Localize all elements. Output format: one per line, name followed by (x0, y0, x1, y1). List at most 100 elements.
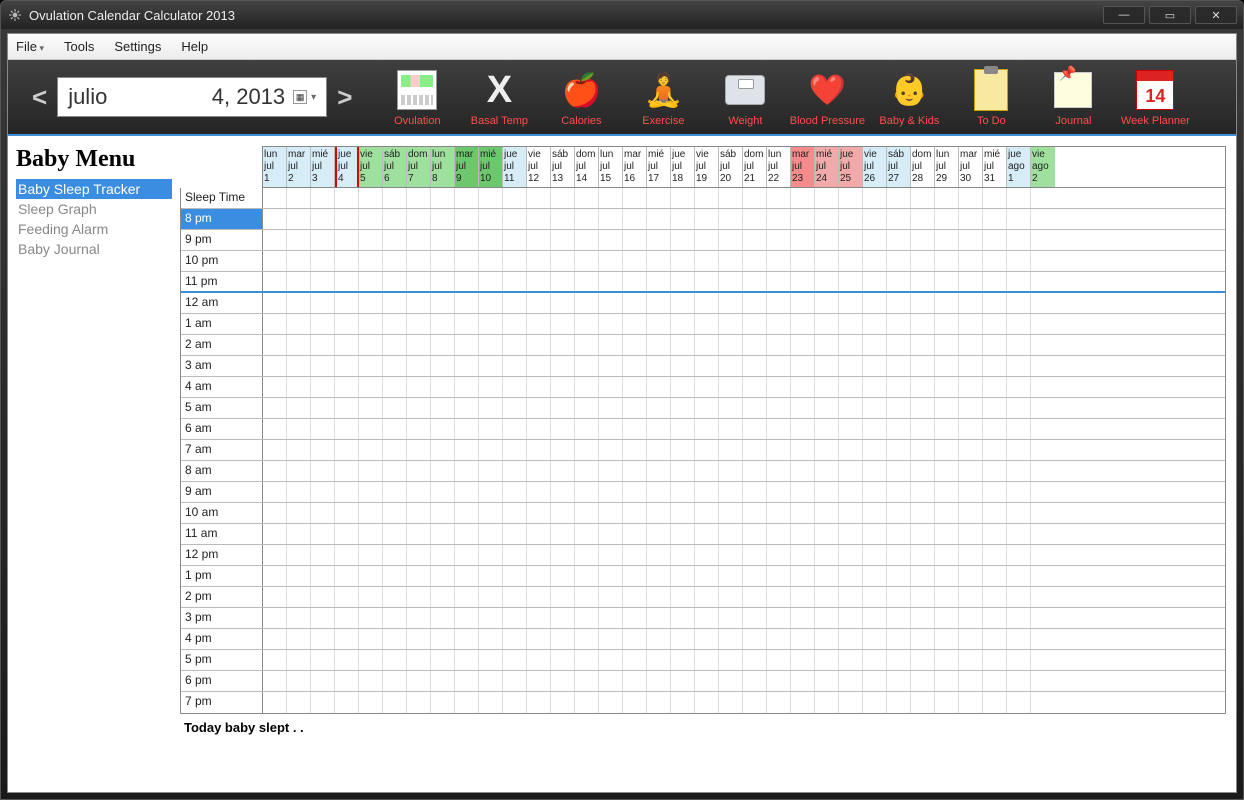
grid-cell[interactable] (815, 335, 839, 355)
grid-cell[interactable] (935, 188, 959, 208)
grid-cell[interactable] (695, 629, 719, 649)
grid-cell[interactable] (407, 335, 431, 355)
grid-cell[interactable] (743, 629, 767, 649)
grid-cell[interactable] (911, 314, 935, 334)
grid-cell[interactable] (263, 524, 287, 544)
grid-cell[interactable] (575, 650, 599, 670)
grid-cell[interactable] (839, 293, 863, 313)
grid-cell[interactable] (599, 272, 623, 291)
grid-cell[interactable] (527, 461, 551, 481)
grid-cell[interactable] (575, 545, 599, 565)
grid-cell[interactable] (791, 398, 815, 418)
grid-cell[interactable] (935, 650, 959, 670)
menu-settings[interactable]: Settings (114, 39, 161, 54)
grid-cell[interactable] (527, 377, 551, 397)
grid-cell[interactable] (551, 251, 575, 271)
grid-cell[interactable] (479, 671, 503, 691)
grid-cell[interactable] (623, 314, 647, 334)
grid-cell[interactable] (335, 335, 359, 355)
grid-cell[interactable] (383, 566, 407, 586)
grid-cell[interactable] (527, 671, 551, 691)
grid-cell[interactable] (287, 272, 311, 291)
calendar-day[interactable]: lunjul29 (935, 147, 959, 187)
grid-cell[interactable] (671, 545, 695, 565)
grid-cell[interactable] (815, 608, 839, 628)
grid-cell[interactable] (407, 377, 431, 397)
grid-cell[interactable] (479, 314, 503, 334)
grid-cell[interactable] (335, 188, 359, 208)
grid-cell[interactable] (503, 566, 527, 586)
grid-cell[interactable] (623, 335, 647, 355)
grid-cell[interactable] (575, 209, 599, 229)
grid-cell[interactable] (743, 503, 767, 523)
grid-cell[interactable] (503, 377, 527, 397)
grid-cell[interactable] (695, 377, 719, 397)
grid-cell[interactable] (551, 671, 575, 691)
grid-cell[interactable] (791, 503, 815, 523)
grid-cell[interactable] (455, 524, 479, 544)
grid-cell[interactable] (671, 671, 695, 691)
grid-cell[interactable] (671, 650, 695, 670)
grid-cell[interactable] (527, 272, 551, 291)
grid-cell[interactable] (959, 209, 983, 229)
grid-cell[interactable] (311, 650, 335, 670)
grid-cell[interactable] (887, 440, 911, 460)
grid-cell[interactable] (815, 482, 839, 502)
grid-cell[interactable] (311, 356, 335, 376)
grid-cell[interactable] (671, 524, 695, 544)
grid-cell[interactable] (959, 566, 983, 586)
calendar-day[interactable]: marjul2 (287, 147, 311, 187)
grid-cell[interactable] (887, 692, 911, 713)
calendar-day[interactable]: juejul11 (503, 147, 527, 187)
grid-cell[interactable] (287, 650, 311, 670)
grid-cell[interactable] (791, 629, 815, 649)
grid-cell[interactable] (887, 230, 911, 250)
grid-cell[interactable] (335, 482, 359, 502)
grid-cell[interactable] (263, 251, 287, 271)
grid-cell[interactable] (359, 545, 383, 565)
grid-cell[interactable] (575, 692, 599, 713)
grid-cell[interactable] (887, 482, 911, 502)
grid-cell[interactable] (431, 692, 455, 713)
grid-cell[interactable] (527, 692, 551, 713)
grid-cell[interactable] (863, 608, 887, 628)
grid-cell[interactable] (1007, 587, 1031, 607)
grid-cell[interactable] (431, 188, 455, 208)
grid-cell[interactable] (263, 650, 287, 670)
grid-cell[interactable] (815, 524, 839, 544)
grid-cell[interactable] (599, 671, 623, 691)
grid-cell[interactable] (455, 629, 479, 649)
grid-cell[interactable] (719, 587, 743, 607)
grid-cell[interactable] (959, 587, 983, 607)
grid-cell[interactable] (719, 503, 743, 523)
grid-cell[interactable] (767, 650, 791, 670)
grid-cell[interactable] (719, 440, 743, 460)
grid-cell[interactable] (263, 230, 287, 250)
grid-cell[interactable] (431, 650, 455, 670)
grid-cell[interactable] (623, 482, 647, 502)
grid-cell[interactable] (695, 251, 719, 271)
grid-cell[interactable] (479, 629, 503, 649)
grid-cell[interactable] (335, 272, 359, 291)
grid-cell[interactable] (623, 272, 647, 291)
grid-cell[interactable] (791, 650, 815, 670)
grid-cell[interactable] (983, 608, 1007, 628)
grid-cell[interactable] (551, 293, 575, 313)
grid-cell[interactable] (383, 188, 407, 208)
grid-cell[interactable] (479, 356, 503, 376)
grid-cell[interactable] (815, 188, 839, 208)
grid-cell[interactable] (263, 314, 287, 334)
grid-cell[interactable] (311, 629, 335, 649)
grid-cell[interactable] (383, 503, 407, 523)
grid-cell[interactable] (479, 608, 503, 628)
grid-cell[interactable] (1031, 671, 1055, 691)
grid-cell[interactable] (1007, 671, 1031, 691)
grid-cell[interactable] (935, 251, 959, 271)
grid-cell[interactable] (959, 503, 983, 523)
grid-cell[interactable] (647, 587, 671, 607)
grid-cell[interactable] (959, 188, 983, 208)
grid-cell[interactable] (455, 608, 479, 628)
grid-cell[interactable] (287, 587, 311, 607)
grid-cell[interactable] (743, 524, 767, 544)
grid-cell[interactable] (575, 608, 599, 628)
